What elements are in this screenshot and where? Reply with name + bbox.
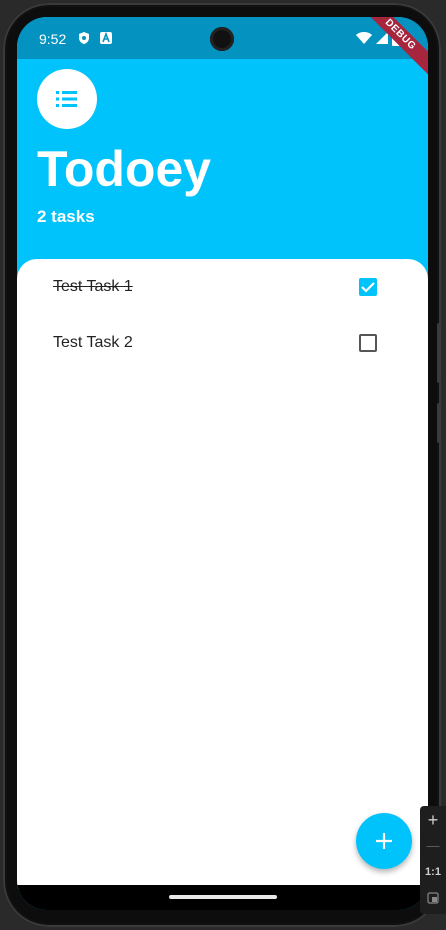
task-checkbox[interactable]	[359, 334, 377, 352]
emulator-toolbar: + — 1:1	[420, 806, 446, 914]
volume-button	[437, 323, 441, 383]
app-screen: 9:52 DEBUG Todoey 2 tasks Test Task 1 Te…	[17, 17, 428, 910]
zoom-in-button[interactable]: +	[420, 810, 446, 831]
plus-icon	[376, 833, 392, 849]
list-icon	[56, 91, 77, 107]
fit-screen-icon	[427, 892, 439, 904]
menu-avatar[interactable]	[37, 69, 97, 129]
home-handle[interactable]	[169, 895, 277, 899]
app-title: Todoey	[37, 141, 212, 197]
task-checkbox[interactable]	[359, 278, 377, 296]
task-count: 2 tasks	[37, 207, 95, 226]
task-label: Test Task 1	[53, 278, 133, 295]
navigation-bar	[17, 885, 428, 910]
wifi-icon	[355, 31, 373, 45]
task-label: Test Task 2	[53, 334, 133, 351]
a-icon	[99, 31, 113, 45]
add-task-button[interactable]	[356, 813, 412, 869]
zoom-out-button[interactable]: —	[420, 838, 446, 853]
status-time: 9:52	[39, 31, 67, 47]
power-button	[437, 403, 441, 443]
task-item[interactable]: Test Task 1	[17, 259, 428, 315]
check-icon	[361, 282, 375, 293]
task-list: Test Task 1 Test Task 2	[17, 259, 428, 889]
app-header: Todoey 2 tasks	[17, 59, 428, 269]
fit-screen-button[interactable]	[420, 892, 446, 907]
task-item[interactable]: Test Task 2	[17, 315, 428, 371]
actual-size-button[interactable]: 1:1	[420, 866, 446, 878]
front-camera	[210, 27, 234, 51]
shield-icon	[77, 31, 91, 45]
status-bar: 9:52 DEBUG	[17, 17, 428, 84]
